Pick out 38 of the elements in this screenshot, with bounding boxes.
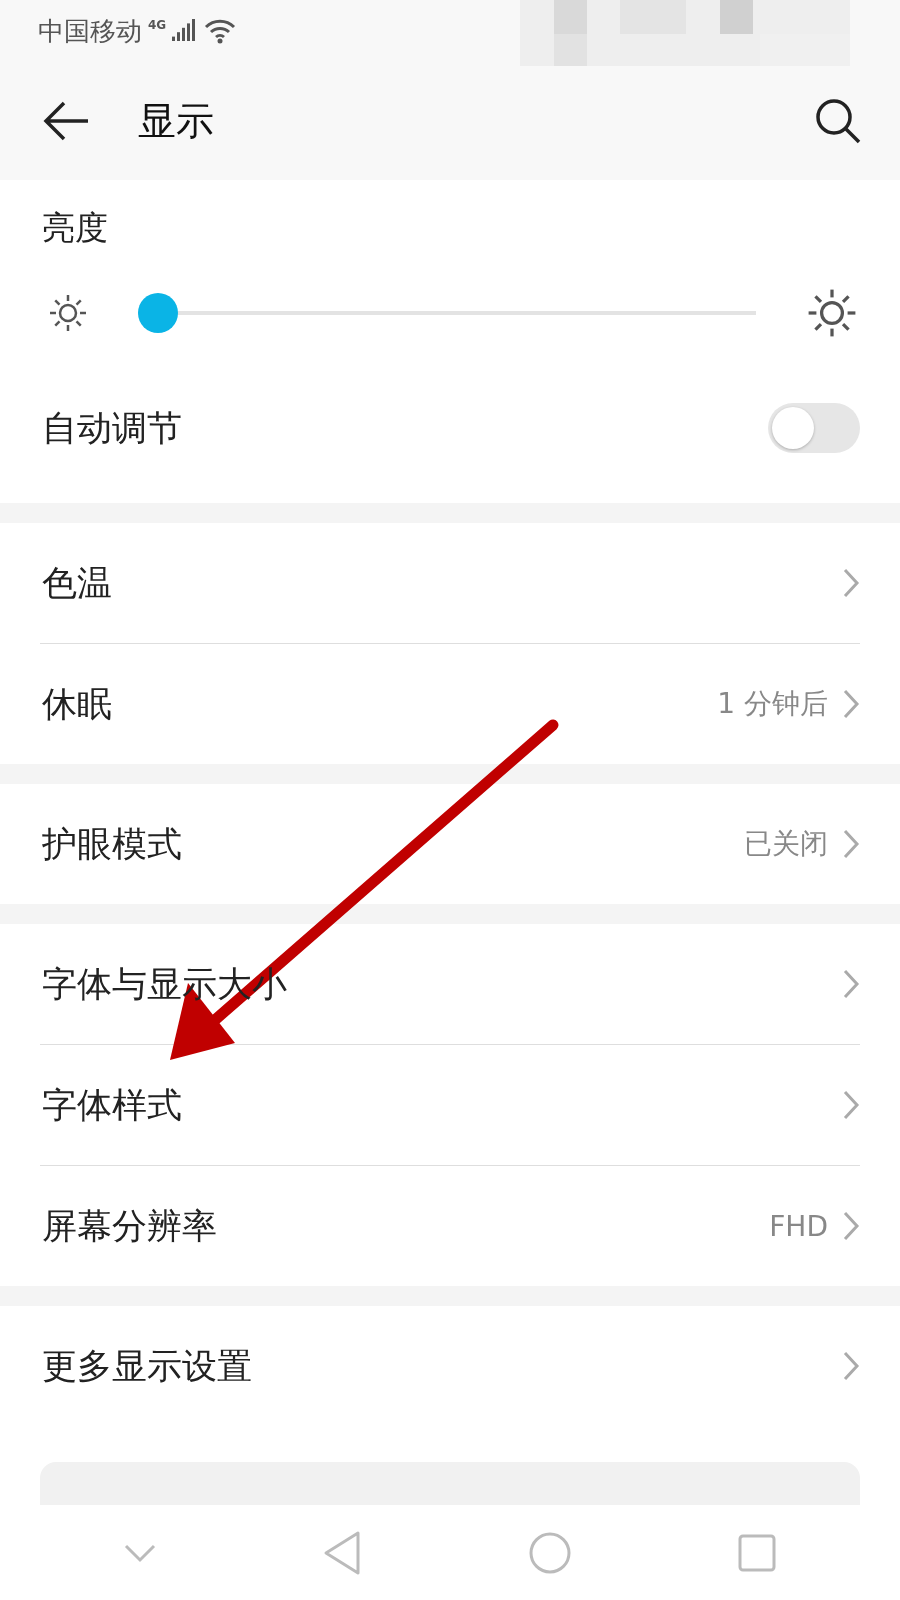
chevron-right-icon <box>842 1350 860 1382</box>
setting-label: 更多显示设置 <box>42 1344 253 1388</box>
setting-label: 自动调节 <box>42 406 183 450</box>
settings-row[interactable]: 更多显示设置 <box>0 1306 900 1426</box>
setting-value: FHD <box>769 1209 828 1243</box>
search-button[interactable] <box>814 97 862 145</box>
slider-thumb[interactable] <box>138 293 178 333</box>
dim-sun-icon <box>48 293 88 333</box>
settings-row[interactable]: 色温 <box>0 523 900 643</box>
brightness-label: 亮度 <box>41 207 108 249</box>
setting-value: 1 分钟后 <box>717 686 828 722</box>
setting-label: 字体样式 <box>42 1083 183 1127</box>
settings-row[interactable]: 休眠 1 分钟后 <box>0 644 900 764</box>
chevron-right-icon <box>842 1089 860 1121</box>
home-button[interactable] <box>527 1530 572 1575</box>
chevron-right-icon <box>842 968 860 1000</box>
chevron-right-icon <box>842 828 860 860</box>
setting-label: 休眠 <box>42 682 113 726</box>
recents-button[interactable] <box>737 1532 778 1573</box>
back-button[interactable] <box>42 101 90 141</box>
chevron-right-icon <box>842 688 860 720</box>
collapse-button[interactable] <box>122 1542 157 1563</box>
settings-row[interactable]: 屏幕分辨率 FHD <box>0 1166 900 1286</box>
setting-label: 色温 <box>42 561 113 605</box>
setting-label: 护眼模式 <box>42 822 183 866</box>
settings-row[interactable]: 护眼模式 已关闭 <box>0 784 900 904</box>
network-type: 4G <box>148 18 167 32</box>
chevron-right-icon <box>842 567 860 599</box>
page-title: 显示 <box>138 97 215 145</box>
wifi-icon <box>204 18 237 44</box>
chevron-right-icon <box>842 1210 860 1242</box>
settings-row[interactable]: 字体样式 <box>0 1045 900 1165</box>
back-nav-button[interactable] <box>322 1529 363 1576</box>
toggle-switch[interactable] <box>768 403 860 453</box>
setting-value: 已关闭 <box>744 826 828 862</box>
carrier-name: 中国移动 <box>38 14 142 48</box>
setting-label: 屏幕分辨率 <box>42 1204 218 1248</box>
bright-sun-icon <box>806 287 858 339</box>
